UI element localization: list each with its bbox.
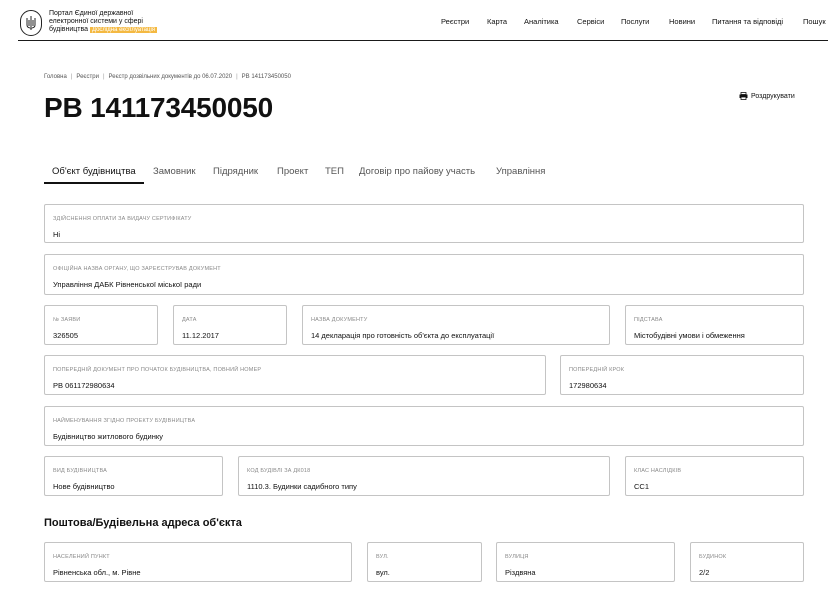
print-button[interactable]: Роздрукувати: [739, 92, 795, 100]
nav-item-registries[interactable]: Реєстри: [441, 17, 469, 26]
street-type-field: Вул. вул.: [367, 542, 482, 582]
application-number-field: № заяви 326505: [44, 305, 158, 345]
field-label: Вулиця: [505, 554, 529, 560]
field-label: Назва документу: [311, 317, 368, 323]
field-label: Попередній крок: [569, 367, 625, 373]
construction-type-field: Вид будівництва Нове будівництво: [44, 456, 223, 496]
field-value: 1110.3. Будинки садибного типу: [247, 482, 357, 491]
field-label: Офіційна назва органу, що зареєстрував д…: [53, 266, 221, 272]
field-label: Підстава: [634, 317, 663, 323]
project-name-field: Найменування згідно проекту будівництва …: [44, 406, 804, 446]
field-value: Нове будівництво: [53, 482, 115, 491]
field-value: Будівництво житлового будинку: [53, 432, 163, 441]
field-label: Здійснення оплати за видачу сертифікату: [53, 216, 192, 222]
tab-object[interactable]: Об'єкт будівництва: [52, 166, 136, 177]
header-divider: [18, 40, 828, 41]
basis-field: Підстава Містобудівні умови і обмеження: [625, 305, 804, 345]
payment-field: Здійснення оплати за видачу сертифікату …: [44, 204, 804, 243]
field-label: Вид будівництва: [53, 468, 108, 474]
field-label: Дата: [182, 317, 197, 323]
field-value: вул.: [376, 568, 390, 577]
nav-item-search[interactable]: Пошук: [803, 17, 826, 26]
nav-item-services[interactable]: Сервіси: [577, 17, 604, 26]
field-value: Містобудівні умови і обмеження: [634, 331, 745, 340]
street-field: Вулиця Різдвяна: [496, 542, 675, 582]
previous-step-field: Попередній крок 172980634: [560, 355, 804, 395]
tab-project[interactable]: Проект: [277, 166, 308, 177]
breadcrumb: Головна | Реєстри | Реєстр дозвільних докуме…: [44, 74, 291, 80]
field-value: РВ 061172980634: [53, 381, 115, 390]
field-label: № заяви: [53, 317, 81, 323]
breadcrumb-registries[interactable]: Реєстри: [76, 74, 99, 80]
tab-tep[interactable]: ТЕП: [325, 166, 344, 177]
field-value: Рівненська обл., м. Рівне: [53, 568, 141, 577]
field-value: 326505: [53, 331, 79, 340]
site-header: Портал Єдиної державної електронної сист…: [0, 0, 837, 41]
print-label: Роздрукувати: [751, 92, 795, 100]
field-value: Різдвяна: [505, 568, 536, 577]
nav-item-offerings[interactable]: Послуги: [621, 17, 649, 26]
main-nav: Реєстри Карта Аналітика Сервіси Послуги …: [0, 17, 837, 27]
address-section-title: Поштова/Будівельна адреса об'єкта: [44, 517, 242, 529]
field-value: 2/2: [699, 568, 710, 577]
beta-badge: Дослідна експлуатація: [89, 27, 158, 33]
breadcrumb-registry[interactable]: Реєстр дозвільних документів до 06.07.20…: [109, 74, 233, 80]
active-tab-indicator: [44, 182, 144, 184]
nav-item-faq[interactable]: Питання та відповіді: [712, 17, 783, 26]
nav-item-map[interactable]: Карта: [487, 17, 507, 26]
tab-contractor[interactable]: Підрядник: [213, 166, 258, 177]
page-title: РВ 141173450050: [44, 92, 273, 123]
nav-item-news[interactable]: Новини: [669, 17, 695, 26]
printer-icon: [739, 92, 748, 100]
document-name-field: Назва документу 14 декларація про готовн…: [302, 305, 610, 345]
building-code-field: Код будівлі за ДК018 1110.3. Будинки сад…: [238, 456, 610, 496]
field-value: СС1: [634, 482, 650, 491]
field-value: Ні: [53, 230, 61, 239]
tab-share-agreement[interactable]: Договір про пайову участь: [359, 166, 475, 177]
previous-document-field: Попередній документ про початок будівниц…: [44, 355, 546, 395]
authority-field: Офіційна назва органу, що зареєстрував д…: [44, 254, 804, 295]
date-field: Дата 11.12.2017: [173, 305, 287, 345]
tab-customer[interactable]: Замовник: [153, 166, 196, 177]
field-value: 14 декларація про готовність об'єкта до …: [311, 331, 495, 340]
tab-management[interactable]: Управління: [496, 166, 545, 177]
breadcrumb-home[interactable]: Головна: [44, 74, 67, 80]
field-label: Клас наслідків: [634, 468, 682, 474]
field-label: Код будівлі за ДК018: [247, 468, 311, 474]
building-number-field: Будинок 2/2: [690, 542, 804, 582]
field-label: Вул.: [376, 554, 389, 560]
field-label: Найменування згідно проекту будівництва: [53, 418, 196, 424]
field-value: Управління ДАБК Рівненської міської ради: [53, 280, 202, 289]
field-value: 172980634: [569, 381, 607, 390]
breadcrumb-current: РВ 141173450050: [241, 74, 291, 80]
consequence-class-field: Клас наслідків СС1: [625, 456, 804, 496]
nav-item-analytics[interactable]: Аналітика: [524, 17, 559, 26]
field-label: Будинок: [699, 554, 727, 560]
field-label: Населений пункт: [53, 554, 110, 560]
field-label: Попередній документ про початок будівниц…: [53, 367, 262, 373]
settlement-field: Населений пункт Рівненська обл., м. Рівн…: [44, 542, 352, 582]
field-value: 11.12.2017: [182, 331, 219, 340]
